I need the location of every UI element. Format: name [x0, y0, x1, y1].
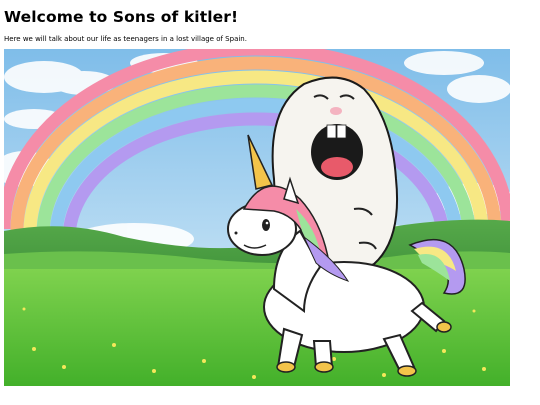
page-title: Welcome to Sons of kitler! [4, 8, 239, 26]
page: Welcome to Sons of kitler! Here we will … [0, 0, 540, 405]
unicorn-rainbow-illustration [4, 49, 510, 386]
intro-text: Here we will talk about our life as teen… [4, 35, 247, 43]
hero-image [4, 49, 510, 386]
